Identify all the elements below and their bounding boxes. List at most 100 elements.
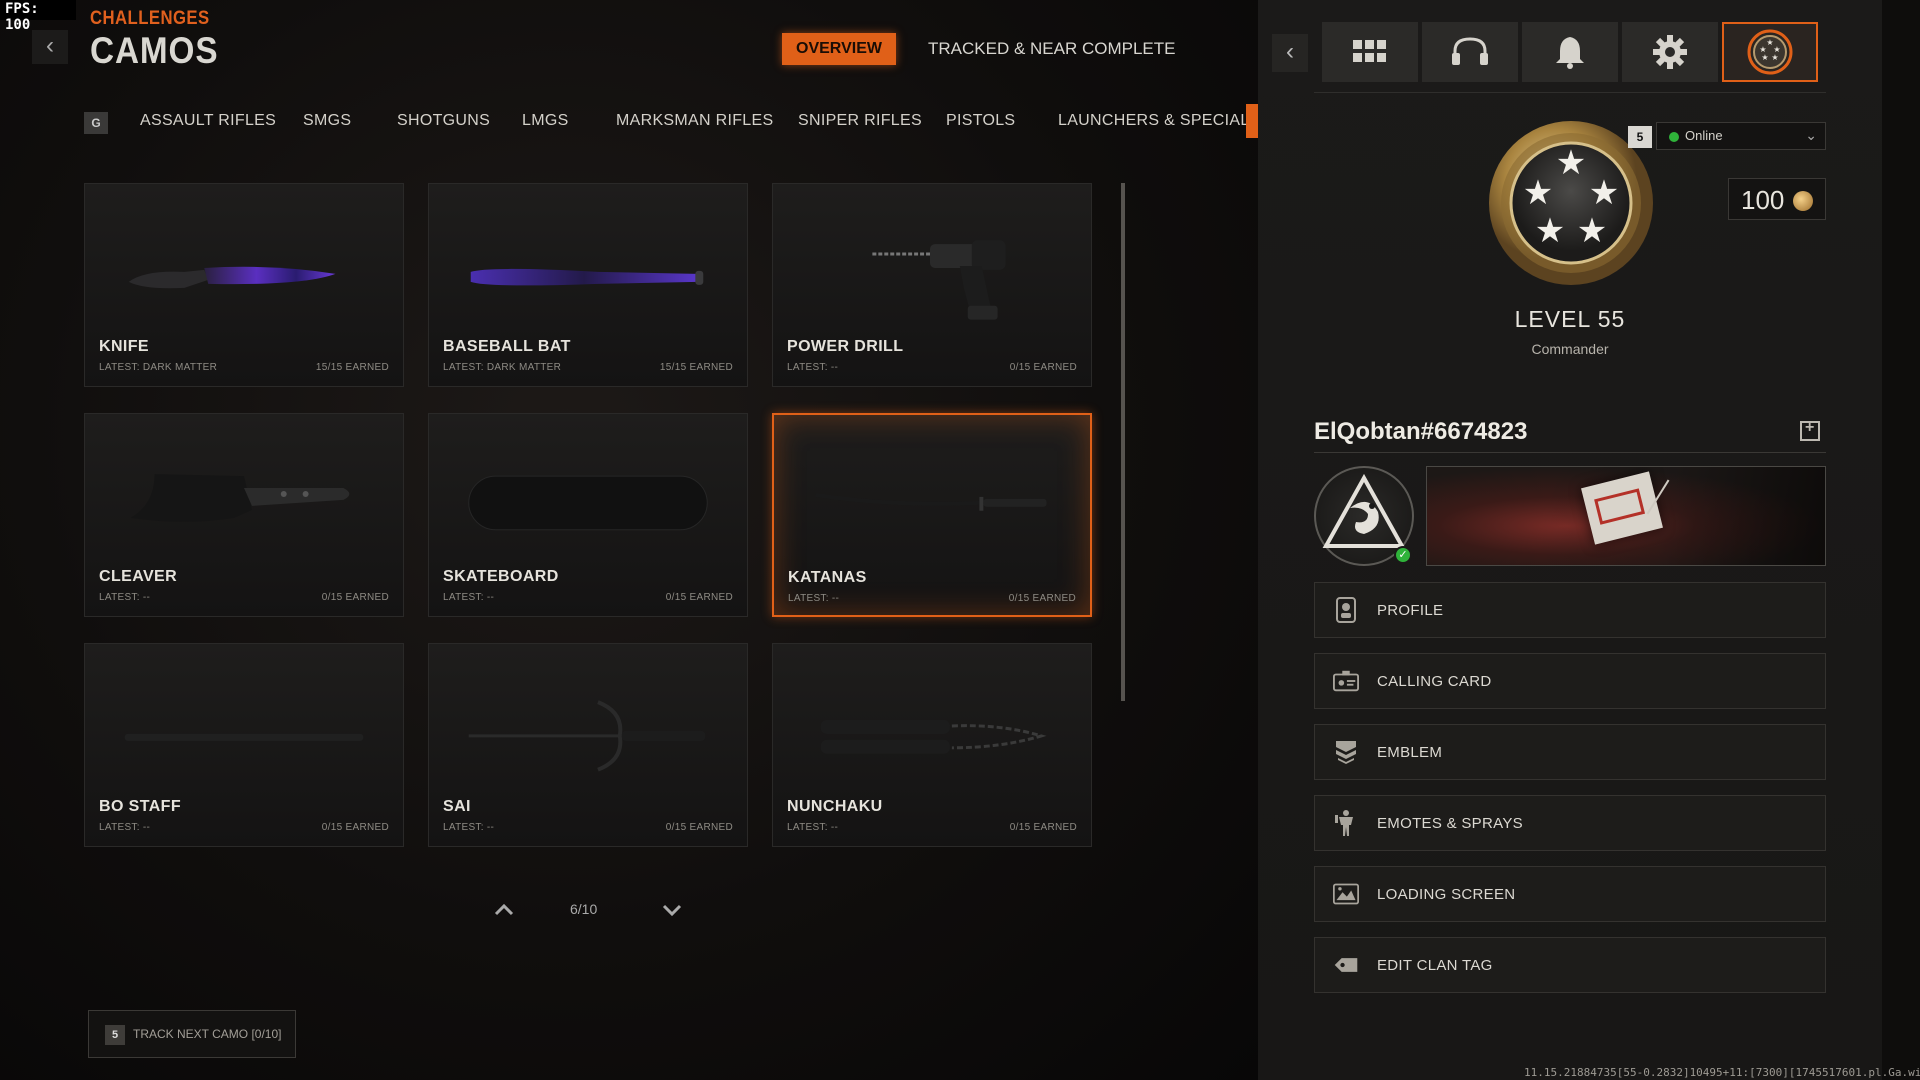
panel-back-button[interactable]: ‹	[1272, 34, 1308, 72]
party-button[interactable]	[1422, 22, 1518, 82]
svg-text:★: ★	[1589, 173, 1619, 213]
page-up-icon[interactable]	[492, 898, 516, 922]
weapon-latest-camo: LATEST: --	[443, 592, 495, 603]
weapon-earned-count: 0/15 EARNED	[321, 592, 389, 603]
menu-emblem[interactable]: EMBLEM	[1314, 724, 1826, 780]
profile-icon	[1333, 597, 1359, 623]
category-sniper-rifles[interactable]: SNIPER RIFLES	[798, 112, 922, 130]
weapon-card-skateboard[interactable]: SKATEBOARD LATEST: -- 0/15 EARNED	[428, 413, 748, 617]
cod-points-icon	[1793, 191, 1813, 211]
loading-screen-icon	[1333, 881, 1359, 907]
weapon-earned-count: 0/15 EARNED	[665, 592, 733, 603]
player-name: ElQobtan#6674823	[1314, 418, 1528, 445]
menu-loading-screen[interactable]: LOADING SCREEN	[1314, 866, 1826, 922]
category-launchers-specials[interactable]: LAUNCHERS & SPECIALS	[1058, 112, 1261, 130]
verified-check-icon: ✓	[1394, 546, 1412, 564]
skateboard-icon	[468, 475, 708, 531]
weapon-card-nunchaku[interactable]: NUNCHAKU LATEST: -- 0/15 EARNED	[772, 643, 1092, 847]
weapon-latest-camo: LATEST: --	[788, 593, 840, 604]
player-rank-title: Commander	[1531, 341, 1609, 357]
weapon-card-katanas[interactable]: KATANAS LATEST: -- 0/15 EARNED	[772, 413, 1092, 617]
emblem-menu-icon	[1333, 739, 1359, 765]
menu-edit-clan-tag[interactable]: EDIT CLAN TAG	[1314, 937, 1826, 993]
weapon-card-bo-staff[interactable]: BO STAFF LATEST: -- 0/15 EARNED	[84, 643, 404, 847]
notifications-button[interactable]	[1522, 22, 1618, 82]
track-next-camo-button[interactable]: 5 TRACK NEXT CAMO [0/10]	[88, 1010, 296, 1058]
sai-icon	[468, 700, 706, 772]
player-rank-button[interactable]: ★ ★ ★ ★ ★	[1722, 22, 1818, 82]
grid-menu-button[interactable]	[1322, 22, 1418, 82]
player-level: LEVEL 55	[1514, 306, 1626, 332]
menu-profile[interactable]: PROFILE	[1314, 582, 1826, 638]
chevron-down-icon: ⌄	[1805, 127, 1817, 143]
category-pistols[interactable]: PISTOLS	[946, 112, 1015, 130]
weapon-card-baseball-bat[interactable]: BASEBALL BAT LATEST: DARK MATTER 15/15 E…	[428, 183, 748, 387]
page-down-icon[interactable]	[660, 898, 684, 922]
weapon-card-power-drill[interactable]: POWER DRILL LATEST: -- 0/15 EARNED	[772, 183, 1092, 387]
weapon-card-cleaver[interactable]: CLEAVER LATEST: -- 0/15 EARNED	[84, 413, 404, 617]
weapon-earned-count: 0/15 EARNED	[1008, 593, 1076, 604]
cod-points-display[interactable]: 100	[1728, 178, 1826, 220]
weapon-latest-camo: LATEST: --	[99, 822, 151, 833]
breadcrumb: CHALLENGES	[90, 8, 210, 29]
weapon-latest-camo: LATEST: DARK MATTER	[443, 362, 562, 373]
fps-counter: FPS: 100	[0, 0, 76, 33]
emotes-icon	[1333, 810, 1359, 836]
weapon-latest-camo: LATEST: --	[99, 592, 151, 603]
calling-card-icon	[1333, 668, 1359, 694]
online-status-dropdown[interactable]: Online ⌄	[1656, 122, 1826, 150]
bell-icon	[1556, 37, 1584, 69]
weapon-name: BO STAFF	[99, 798, 182, 815]
menu-emotes-sprays[interactable]: EMOTES & SPRAYS	[1314, 795, 1826, 851]
weapon-name: POWER DRILL	[787, 338, 904, 355]
weapon-earned-count: 15/15 EARNED	[315, 362, 389, 373]
svg-text:★: ★	[1535, 211, 1565, 251]
name-underline	[1314, 452, 1826, 453]
grid-menu-icon	[1353, 40, 1386, 62]
grid-scrollbar[interactable]	[1121, 183, 1125, 701]
svg-text:★: ★	[1761, 53, 1768, 62]
category-marksman-rifles[interactable]: MARKSMAN RIFLES	[616, 112, 773, 130]
weapon-card-sai[interactable]: SAI LATEST: -- 0/15 EARNED	[428, 643, 748, 847]
menu-label: EMBLEM	[1377, 744, 1443, 761]
nunchaku-icon	[820, 719, 1047, 754]
settings-button[interactable]	[1622, 22, 1718, 82]
cod-points-value: 100	[1741, 185, 1785, 215]
copy-id-icon[interactable]	[1800, 419, 1820, 441]
category-assault-rifles[interactable]: ASSAULT RIFLES	[140, 112, 276, 130]
weapon-earned-count: 0/15 EARNED	[321, 822, 389, 833]
status-key-hint: 5	[1628, 126, 1652, 148]
power-drill-icon	[872, 240, 1006, 320]
knife-icon	[128, 266, 336, 289]
player-calling-card[interactable]	[1426, 466, 1826, 566]
menu-calling-card[interactable]: CALLING CARD	[1314, 653, 1826, 709]
weapon-latest-camo: LATEST: --	[787, 822, 839, 833]
weapon-latest-camo: LATEST: DARK MATTER	[99, 362, 218, 373]
menu-label: LOADING SCREEN	[1377, 886, 1516, 903]
category-lmgs[interactable]: LMGS	[522, 112, 569, 130]
weapon-earned-count: 0/15 EARNED	[665, 822, 733, 833]
menu-label: EDIT CLAN TAG	[1377, 957, 1493, 974]
headset-icon	[1452, 37, 1488, 65]
category-smgs[interactable]: SMGS	[303, 112, 351, 130]
weapon-earned-count: 0/15 EARNED	[1009, 362, 1077, 373]
weapon-latest-camo: LATEST: --	[787, 362, 839, 373]
panel-divider	[1314, 92, 1826, 93]
weapon-name: SKATEBOARD	[443, 568, 559, 585]
category-scroll-indicator[interactable]	[1246, 104, 1258, 138]
tab-overview[interactable]: OVERVIEW	[782, 33, 896, 65]
weapon-card-knife[interactable]: KNIFE LATEST: DARK MATTER 15/15 EARNED	[84, 183, 404, 387]
tab-tracked-near-complete[interactable]: TRACKED & NEAR COMPLETE	[928, 33, 1176, 65]
track-next-camo-label: TRACK NEXT CAMO [0/10]	[133, 1027, 282, 1041]
weapon-earned-count: 15/15 EARNED	[659, 362, 733, 373]
menu-label: PROFILE	[1377, 602, 1444, 619]
track-key-hint: 5	[105, 1025, 125, 1045]
svg-text:★: ★	[1556, 143, 1586, 183]
back-button[interactable]: ‹	[32, 30, 68, 64]
category-shotguns[interactable]: SHOTGUNS	[397, 112, 490, 130]
gear-icon	[1653, 35, 1687, 69]
weapon-name: KNIFE	[99, 338, 149, 355]
weapon-name: NUNCHAKU	[787, 798, 883, 815]
svg-text:★: ★	[1523, 173, 1553, 213]
build-version-string: 11.15.21884735[55-0.2832]10495+11:[7300]…	[1524, 1066, 1920, 1079]
